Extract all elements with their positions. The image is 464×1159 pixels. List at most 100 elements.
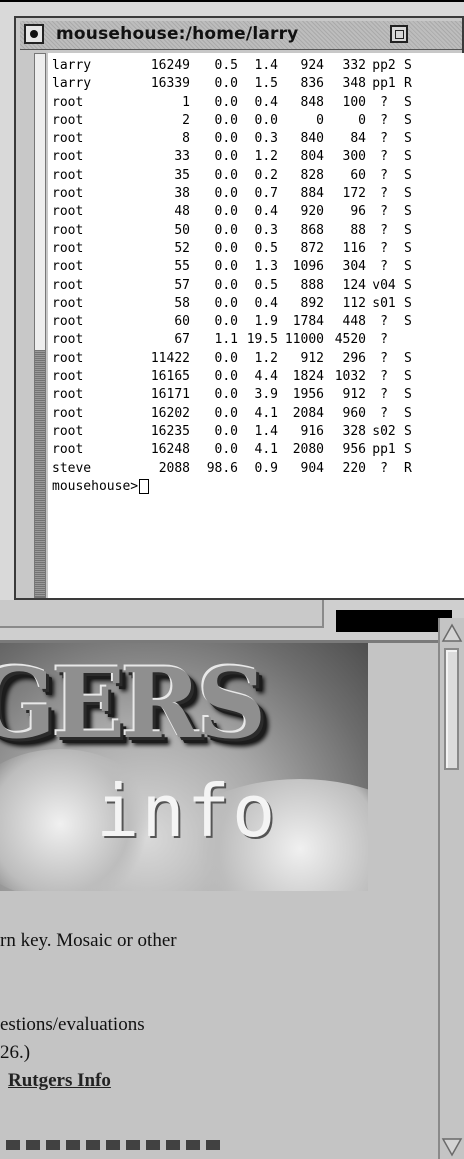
user-cell: root xyxy=(52,295,84,311)
pid-cell: 1 xyxy=(182,94,190,110)
stat-cell: S xyxy=(404,167,412,183)
scroll-up-arrow-icon[interactable] xyxy=(441,623,463,643)
mem-cell: 0.9 xyxy=(254,460,278,476)
rss-cell: 956 xyxy=(342,442,366,458)
shell-prompt-line[interactable]: mousehouse> xyxy=(48,478,464,496)
tty-cell: ? xyxy=(380,167,388,183)
stat-cell: S xyxy=(404,149,412,165)
vsz-cell: 892 xyxy=(300,295,324,311)
tty-cell: pp1 xyxy=(372,442,396,458)
doc-text-line: rn key. Mosaic or other xyxy=(0,930,177,951)
tty-cell: v04 xyxy=(372,277,396,293)
terminal-scroll-thumb[interactable] xyxy=(35,350,45,597)
pid-cell: 35 xyxy=(174,167,190,183)
pid-cell: 60 xyxy=(174,314,190,330)
process-row: root 16165 0.0 4.4 1824 1032? S xyxy=(48,368,424,386)
stat-cell: S xyxy=(404,314,412,330)
pid-cell: 67 xyxy=(174,332,190,348)
status-indicator xyxy=(336,610,452,632)
vsz-cell: 0 xyxy=(316,112,324,128)
screen-top-edge xyxy=(0,0,464,2)
user-cell: root xyxy=(52,332,84,348)
stat-cell: S xyxy=(404,295,412,311)
document-scrollbar[interactable] xyxy=(438,618,464,1159)
vsz-cell: 1096 xyxy=(292,259,324,275)
pid-cell: 16339 xyxy=(150,76,190,92)
user-cell: root xyxy=(52,350,84,366)
process-row: root 16235 0.0 1.4 916 328 s02 S xyxy=(48,423,424,441)
vsz-cell: 912 xyxy=(300,350,324,366)
stat-cell: S xyxy=(404,423,412,439)
cpu-cell: 0.0 xyxy=(214,186,238,202)
stat-cell: S xyxy=(404,222,412,238)
rss-cell: 300 xyxy=(342,149,366,165)
stat-cell: S xyxy=(404,387,412,403)
user-cell: root xyxy=(52,204,84,220)
process-row: root 35 0.0 0.2 828 60? S xyxy=(48,167,424,185)
cpu-cell: 0.0 xyxy=(214,369,238,385)
mem-cell: 0.7 xyxy=(254,186,278,202)
stat-cell: S xyxy=(404,405,412,421)
vsz-cell: 840 xyxy=(300,131,324,147)
vsz-cell: 920 xyxy=(300,204,324,220)
process-row: root 55 0.0 1.3 1096 304? S xyxy=(48,258,424,276)
pid-cell: 58 xyxy=(174,295,190,311)
tty-cell: ? xyxy=(380,350,388,366)
tty-cell: ? xyxy=(380,186,388,202)
cpu-cell: 0.0 xyxy=(214,423,238,439)
process-row: steve 2088 98.6 0.9 904 220? R xyxy=(48,460,424,478)
pid-cell: 57 xyxy=(174,277,190,293)
vsz-cell: 848 xyxy=(300,94,324,110)
terminal-output[interactable]: larry 16249 0.5 1.4 924 332 pp2 Slarry 16339 0.0 1… xyxy=(48,53,464,598)
pid-cell: 2088 xyxy=(158,460,190,476)
process-row: larry 16249 0.5 1.4 924 332 pp2 S xyxy=(48,57,424,75)
maximize-icon[interactable] xyxy=(390,25,408,43)
tty-cell: pp2 xyxy=(372,58,396,73)
tty-cell: pp1 xyxy=(372,76,396,92)
mem-cell: 0.0 xyxy=(254,112,278,128)
rutgers-info-link[interactable]: Rutgers Info xyxy=(8,1070,111,1092)
mem-cell: 1.5 xyxy=(254,76,278,92)
vsz-cell: 1824 xyxy=(292,369,324,385)
rss-cell: 220 xyxy=(342,460,366,476)
terminal-scrollbar[interactable] xyxy=(34,53,46,598)
pid-cell: 16249 xyxy=(150,58,190,73)
user-cell: larry xyxy=(52,76,92,92)
cpu-cell: 0.0 xyxy=(214,387,238,403)
pid-cell: 16202 xyxy=(150,405,190,421)
mem-cell: 0.5 xyxy=(254,240,278,256)
pid-cell: 38 xyxy=(174,186,190,202)
banner-subtitle-text: info xyxy=(96,769,278,853)
stat-cell: S xyxy=(404,277,412,293)
stat-cell: S xyxy=(404,131,412,147)
mem-cell: 1.2 xyxy=(254,350,278,366)
user-cell: root xyxy=(52,277,84,293)
user-cell: root xyxy=(52,240,84,256)
user-cell: steve xyxy=(52,460,92,476)
rss-cell: 304 xyxy=(342,259,366,275)
window-menu-icon[interactable] xyxy=(24,24,44,44)
tty-cell: ? xyxy=(380,259,388,275)
rss-cell: 100 xyxy=(342,94,366,110)
process-row: root 1 0.0 0.4 848 100? S xyxy=(48,94,424,112)
tty-cell: ? xyxy=(380,460,388,476)
rss-cell: 328 xyxy=(342,423,366,439)
document-scroll-thumb[interactable] xyxy=(444,648,459,770)
pid-cell: 52 xyxy=(174,240,190,256)
cpu-cell: 0.0 xyxy=(214,405,238,421)
rss-cell: 448 xyxy=(342,314,366,330)
scroll-down-arrow-icon[interactable] xyxy=(441,1137,463,1157)
terminal-titlebar[interactable]: mousehouse:/home/larry xyxy=(20,21,462,50)
stat-cell: S xyxy=(404,442,412,458)
toolbar-field[interactable] xyxy=(0,600,324,628)
tty-cell: ? xyxy=(380,405,388,421)
cpu-cell: 0.0 xyxy=(214,222,238,238)
tty-cell: ? xyxy=(380,204,388,220)
mem-cell: 0.2 xyxy=(254,167,278,183)
user-cell: root xyxy=(52,314,84,330)
user-cell: root xyxy=(52,369,84,385)
cpu-cell: 0.0 xyxy=(214,149,238,165)
user-cell: root xyxy=(52,423,84,439)
process-row: root 58 0.0 0.4 892 112 s01 S xyxy=(48,295,424,313)
cpu-cell: 0.0 xyxy=(214,350,238,366)
